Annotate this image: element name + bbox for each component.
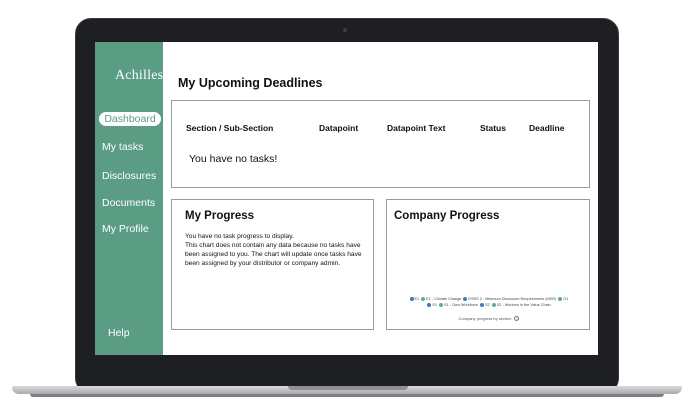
column-header-section[interactable]: Section / Sub-Section [186,123,273,133]
logo: Achilles [115,68,164,83]
chart-legend: E1 E1 - Climate Change ESRS 2 - Minimum Di… [395,296,585,308]
column-header-deadline[interactable]: Deadline [529,123,564,133]
legend-entry[interactable]: S2 [480,303,490,307]
info-icon[interactable]: i [514,316,520,322]
legend-swatch [421,297,426,301]
deadlines-panel: Section / Sub-Section Datapoint Datapoin… [171,100,590,188]
legend-entry[interactable]: S1 - Own Workforce [438,303,479,307]
legend-label: S1 [432,303,437,307]
sidebar-item-dashboard[interactable]: Dashboard [99,112,161,126]
sidebar: Achilles Dashboard My tasks Disclosures … [95,42,163,355]
my-progress-panel: My Progress You have no task progress to… [171,199,374,330]
legend-swatch [558,297,563,301]
legend-swatch [463,297,468,301]
legend-swatch [491,303,496,307]
legend-label: G1 [563,297,569,301]
legend-swatch [409,297,414,301]
my-progress-title: My Progress [185,210,255,222]
my-progress-line: This chart does not contain any data bec… [185,242,362,267]
sidebar-item-my-profile[interactable]: My Profile [99,222,161,236]
legend-entry[interactable]: G1 [558,297,568,301]
camera-icon [343,28,347,32]
legend-label: S1 - Own Workforce [443,303,479,307]
company-progress-panel: Company Progress E1 E1 - Climate Change ES… [386,199,590,330]
help-link[interactable]: Help [108,327,130,339]
my-progress-line: You have no task progress to display. [185,233,294,240]
my-progress-message: You have no task progress to display. Th… [185,232,365,268]
sidebar-item-documents[interactable]: Documents [99,196,161,210]
sidebar-item-disclosures[interactable]: Disclosures [99,169,161,183]
legend-entry[interactable]: E1 - Climate Change [421,297,461,301]
legend-label: E1 - Climate Change [426,297,462,301]
chart-caption-text: Company progress by section [458,316,512,321]
column-header-status[interactable]: Status [480,123,506,133]
laptop-foot [30,394,664,397]
legend-label: S2 [485,303,490,307]
legend-swatch [480,303,485,307]
legend-entry[interactable]: ESRS 2 - Minimum Disclosure Requirements… [463,297,556,301]
legend-swatch [427,303,432,307]
column-header-datapoint[interactable]: Datapoint [319,123,358,133]
empty-state-message: You have no tasks! [189,153,278,165]
legend-entry[interactable]: E1 [409,297,420,301]
page-title: My Upcoming Deadlines [178,76,323,90]
laptop-notch [288,386,408,390]
legend-label: E1 [414,297,420,301]
column-header-datapoint-text[interactable]: Datapoint Text [387,123,445,133]
legend-label: ESRS 2 - Minimum Disclosure Requirements… [468,297,557,301]
legend-label: S2 - Workers in the Value Chain [496,303,551,307]
legend-entry[interactable]: S1 [427,303,437,307]
company-progress-title: Company Progress [394,210,500,222]
legend-swatch [438,303,443,307]
legend-entry[interactable]: S2 - Workers in the Value Chain [491,303,551,307]
sidebar-item-my-tasks[interactable]: My tasks [99,140,161,154]
app-screen: Achilles Dashboard My tasks Disclosures … [95,42,598,355]
chart-caption: Company progress by section i [387,316,591,322]
